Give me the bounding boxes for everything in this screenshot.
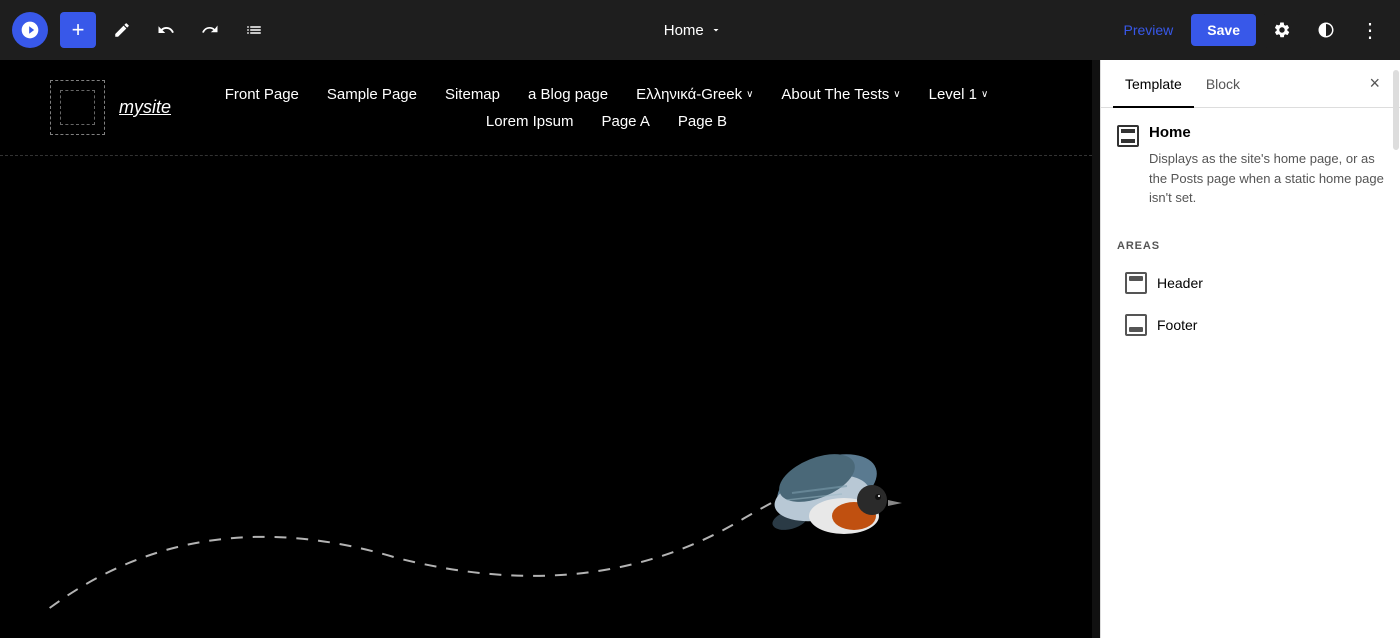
home-template-icon bbox=[1117, 125, 1139, 147]
bird bbox=[772, 448, 892, 538]
settings-button[interactable] bbox=[1264, 12, 1300, 48]
panel-scrollbar-thumb bbox=[1393, 70, 1399, 150]
wp-logo[interactable] bbox=[12, 12, 48, 48]
level1-chevron: ∨ bbox=[981, 89, 988, 100]
site-name: mysite bbox=[119, 97, 171, 118]
area-footer-item[interactable]: Footer bbox=[1117, 304, 1384, 346]
site-logo-inner bbox=[60, 90, 95, 125]
panel-tabs: Template Block × bbox=[1101, 60, 1400, 108]
tab-template[interactable]: Template bbox=[1113, 60, 1194, 108]
save-button[interactable]: Save bbox=[1191, 14, 1256, 46]
right-panel: Template Block × Home Displays as the si… bbox=[1100, 60, 1400, 638]
nav-row-1: Front Page Sample Page Sitemap a Blog pa… bbox=[225, 86, 989, 103]
nav-page-a[interactable]: Page A bbox=[601, 113, 649, 130]
nav-level1[interactable]: Level 1 ∨ bbox=[929, 86, 989, 103]
site-header: mysite Front Page Sample Page Sitemap a … bbox=[0, 60, 1092, 156]
nav-sitemap[interactable]: Sitemap bbox=[445, 86, 500, 103]
preview-button[interactable]: Preview bbox=[1114, 16, 1184, 44]
undo-button[interactable] bbox=[148, 12, 184, 48]
topbar-right: Preview Save ⋮ bbox=[1114, 12, 1389, 48]
nav-about-tests[interactable]: About The Tests ∨ bbox=[781, 86, 900, 103]
more-options-button[interactable]: ⋮ bbox=[1352, 12, 1388, 48]
nav-blog-page[interactable]: a Blog page bbox=[528, 86, 608, 103]
canvas: mysite Front Page Sample Page Sitemap a … bbox=[0, 60, 1092, 638]
areas-label: AREAS bbox=[1117, 240, 1384, 252]
template-description: Displays as the site's home page, or as … bbox=[1149, 149, 1384, 208]
nav-page-b[interactable]: Page B bbox=[678, 113, 727, 130]
template-title: Home bbox=[1149, 124, 1384, 141]
main-area: mysite Front Page Sample Page Sitemap a … bbox=[0, 60, 1400, 638]
page-name: Home bbox=[664, 22, 704, 39]
tests-chevron: ∨ bbox=[893, 89, 900, 100]
area-header-label: Header bbox=[1157, 275, 1203, 291]
edit-icon-button[interactable] bbox=[104, 12, 140, 48]
nav-menu: Front Page Sample Page Sitemap a Blog pa… bbox=[171, 86, 1042, 130]
redo-button[interactable] bbox=[192, 12, 228, 48]
bird-svg bbox=[772, 448, 902, 543]
topbar: + Home Preview Save ⋮ bbox=[0, 0, 1400, 60]
home-info: Home Displays as the site's home page, o… bbox=[1149, 124, 1384, 228]
area-header-item[interactable]: Header bbox=[1117, 262, 1384, 304]
area-footer-label: Footer bbox=[1157, 317, 1197, 333]
footer-area-icon bbox=[1125, 314, 1147, 336]
list-view-button[interactable] bbox=[236, 12, 272, 48]
nav-lorem[interactable]: Lorem Ipsum bbox=[486, 113, 574, 130]
header-area-icon bbox=[1125, 272, 1147, 294]
nav-front-page[interactable]: Front Page bbox=[225, 86, 299, 103]
contrast-button[interactable] bbox=[1308, 12, 1344, 48]
panel-scrollbar[interactable] bbox=[1392, 60, 1400, 638]
bird-path-svg bbox=[0, 318, 1092, 638]
site-logo-box bbox=[50, 80, 105, 135]
nav-greek[interactable]: Ελληνικά-Greek ∨ bbox=[636, 86, 753, 103]
nav-sample-page[interactable]: Sample Page bbox=[327, 86, 417, 103]
topbar-center: Home bbox=[280, 16, 1106, 45]
add-block-button[interactable]: + bbox=[60, 12, 96, 48]
nav-row-2: Lorem Ipsum Page A Page B bbox=[486, 113, 727, 130]
page-selector[interactable]: Home bbox=[654, 16, 732, 45]
tab-block[interactable]: Block bbox=[1194, 60, 1252, 108]
canvas-scrollbar[interactable] bbox=[1092, 60, 1100, 638]
panel-content: Home Displays as the site's home page, o… bbox=[1101, 108, 1400, 638]
greek-chevron: ∨ bbox=[746, 89, 753, 100]
panel-close-button[interactable]: × bbox=[1361, 69, 1388, 98]
bird-scene bbox=[0, 318, 1092, 638]
home-section: Home Displays as the site's home page, o… bbox=[1117, 124, 1384, 228]
